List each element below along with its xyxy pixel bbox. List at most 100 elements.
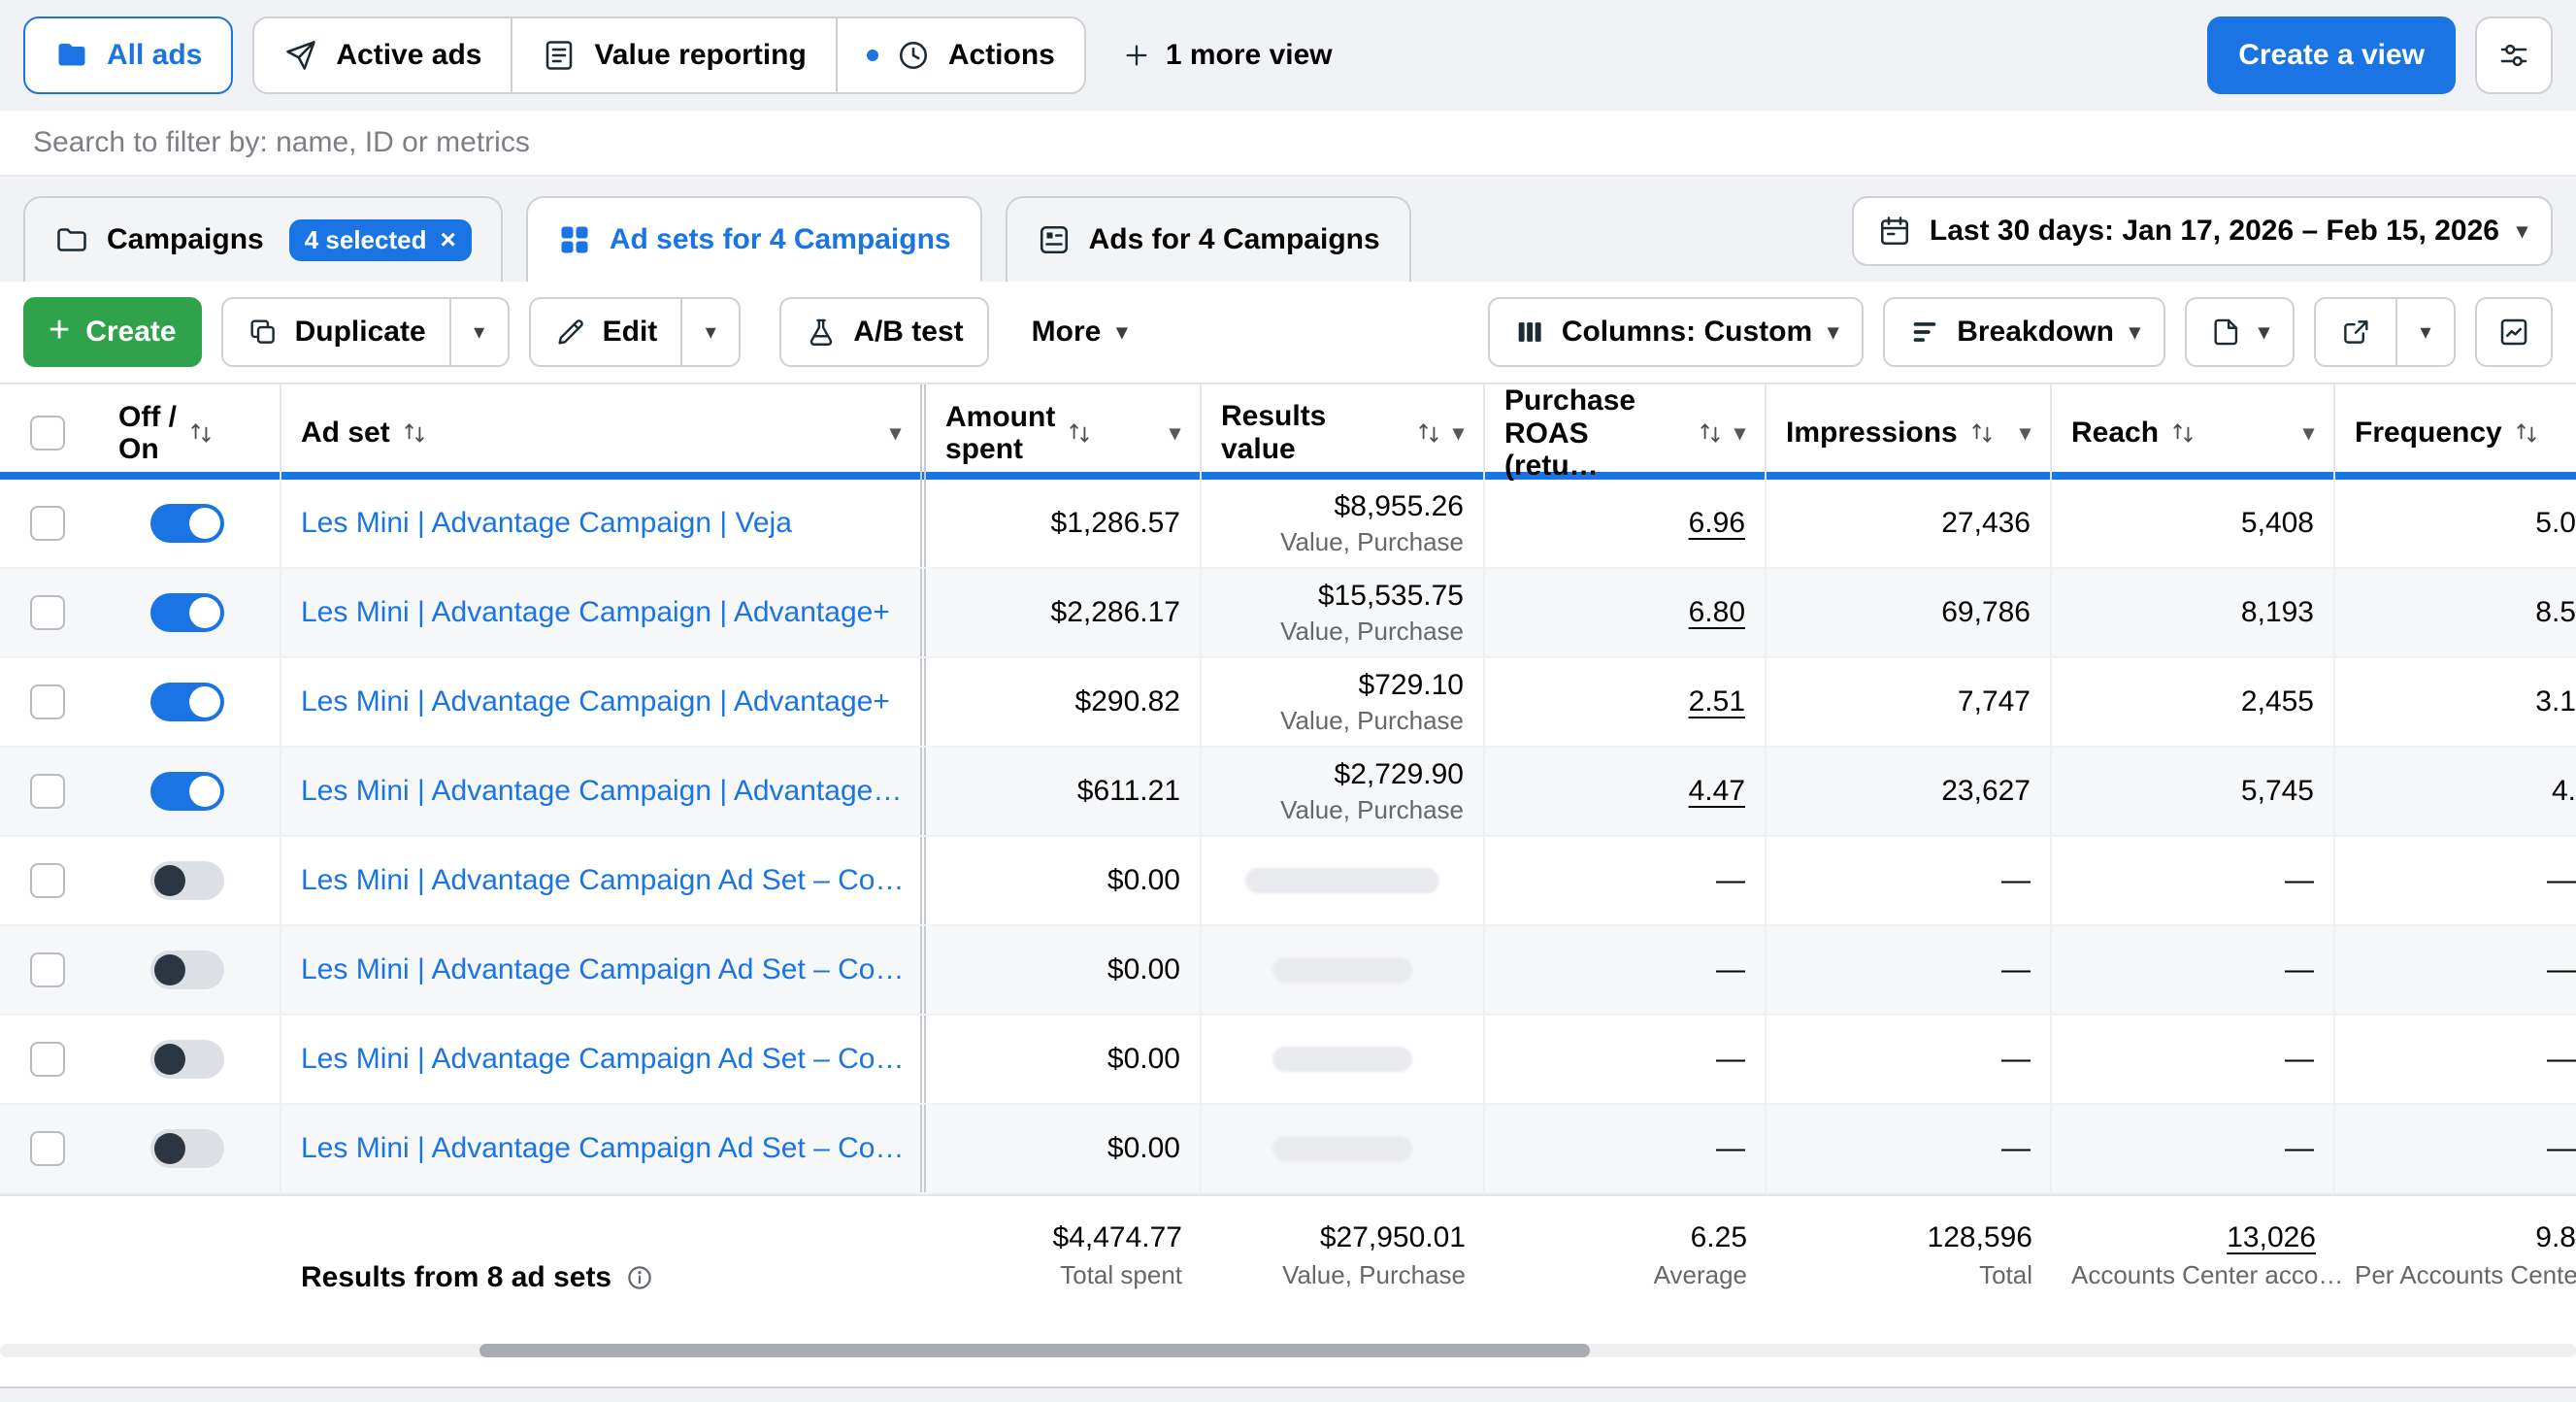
view-charts-button[interactable] [2475, 297, 2553, 367]
header-reach[interactable]: Reach ▾ [2052, 384, 2335, 483]
duplicate-menu-button[interactable]: ▾ [449, 299, 508, 365]
scrollbar-thumb[interactable] [479, 1344, 1590, 1357]
create-button[interactable]: + Create [23, 297, 202, 367]
edit-button[interactable]: Edit [531, 299, 681, 365]
sort-icon[interactable] [1969, 420, 1995, 446]
chevron-down-icon[interactable]: ▾ [1170, 422, 1180, 444]
report-icon [542, 38, 577, 73]
duplicate-button[interactable]: Duplicate [223, 299, 449, 365]
roas-value[interactable]: 6.96 [1689, 507, 1745, 540]
breakdown-button[interactable]: Breakdown ▾ [1883, 297, 2165, 367]
row-toggle[interactable] [150, 772, 224, 811]
view-tab-label: Actions [948, 39, 1055, 72]
chevron-down-icon: ▾ [1828, 321, 1838, 343]
adset-name-link[interactable]: Les Mini | Advantage Campaign Ad Set – C… [301, 1043, 905, 1076]
row-checkbox[interactable] [30, 952, 65, 987]
adset-name-link[interactable]: Les Mini | Advantage Campaign | Advantag… [301, 685, 890, 718]
total-reach[interactable]: 13,026 [2071, 1221, 2316, 1254]
adset-name-link[interactable]: Les Mini | Advantage Campaign | Advantag… [301, 775, 905, 808]
sort-icon[interactable] [1698, 420, 1723, 446]
adset-name-link[interactable]: Les Mini | Advantage Campaign Ad Set – C… [301, 953, 905, 986]
row-checkbox[interactable] [30, 684, 65, 719]
row-toggle[interactable] [150, 683, 224, 721]
total-spent-label: Total spent [945, 1260, 1182, 1290]
export-button[interactable] [2316, 299, 2395, 365]
row-checkbox[interactable] [30, 774, 65, 809]
tab-label: Ad sets for 4 Campaigns [610, 223, 951, 256]
header-results-value[interactable]: Results value ▾ [1202, 384, 1485, 483]
header-purchase-roas[interactable]: PurchaseROAS (retu… ▾ [1485, 384, 1767, 483]
roas-value[interactable]: 4.47 [1689, 775, 1745, 808]
adset-name-link[interactable]: Les Mini | Advantage Campaign Ad Set – C… [301, 1132, 905, 1165]
edit-menu-button[interactable]: ▾ [680, 299, 739, 365]
roas-value: — [1716, 1043, 1745, 1076]
row-toggle[interactable] [150, 951, 224, 989]
roas-value[interactable]: 6.80 [1689, 596, 1745, 629]
adset-name-link[interactable]: Les Mini | Advantage Campaign | Veja [301, 507, 792, 540]
reports-button[interactable]: ▾ [2185, 297, 2295, 367]
more-button[interactable]: More ▾ [1008, 297, 1151, 367]
row-checkbox[interactable] [30, 863, 65, 898]
info-icon[interactable] [625, 1263, 654, 1292]
export-menu-button[interactable]: ▾ [2395, 299, 2454, 365]
impressions-value: 69,786 [1941, 596, 2031, 629]
sort-icon[interactable] [402, 420, 427, 446]
notification-dot [867, 50, 878, 61]
tab-ads[interactable]: Ads for 4 Campaigns [1006, 196, 1411, 282]
row-toggle[interactable] [150, 593, 224, 632]
chevron-down-icon[interactable]: ▾ [890, 422, 901, 444]
dismiss-icon[interactable]: × [440, 226, 455, 253]
header-impressions[interactable]: Impressions ▾ [1767, 384, 2052, 483]
header-frequency[interactable]: Frequency [2335, 384, 2576, 483]
date-range-picker[interactable]: Last 30 days: Jan 17, 2026 – Feb 15, 202… [1852, 196, 2553, 266]
view-settings-button[interactable] [2475, 17, 2553, 94]
sort-icon[interactable] [2514, 420, 2539, 446]
chevron-down-icon[interactable]: ▾ [1453, 422, 1464, 444]
tab-ad-sets[interactable]: Ad sets for 4 Campaigns [526, 196, 982, 282]
sort-icon[interactable] [188, 420, 214, 446]
reach-value: 5,408 [2241, 507, 2314, 540]
badge-label: 4 selected [305, 225, 427, 255]
results-value: $15,535.75 [1318, 580, 1464, 613]
table-row: Les Mini | Advantage Campaign Ad Set – C… [0, 926, 2576, 1016]
adset-name-link[interactable]: Les Mini | Advantage Campaign | Advantag… [301, 596, 890, 629]
row-checkbox[interactable] [30, 506, 65, 541]
more-views-button[interactable]: 1 more view [1106, 39, 1348, 72]
horizontal-scrollbar[interactable] [0, 1344, 2576, 1357]
search-input[interactable] [29, 124, 2547, 161]
row-toggle[interactable] [150, 1129, 224, 1168]
header-ad-set[interactable]: Ad set ▾ [281, 384, 926, 483]
row-checkbox[interactable] [30, 1042, 65, 1077]
sort-icon[interactable] [1416, 420, 1441, 446]
row-toggle[interactable] [150, 861, 224, 900]
chevron-down-icon[interactable]: ▾ [2020, 422, 2031, 444]
header-off-on[interactable]: Off /On [95, 384, 281, 483]
chevron-down-icon[interactable]: ▾ [2303, 422, 2314, 444]
frequency-value: — [2547, 1043, 2576, 1076]
create-view-button[interactable]: Create a view [2207, 17, 2456, 94]
view-tab-all-ads[interactable]: All ads [23, 17, 233, 94]
row-toggle[interactable] [150, 504, 224, 543]
select-all-checkbox[interactable] [30, 416, 65, 451]
ab-test-button[interactable]: A/B test [779, 297, 988, 367]
roas-value[interactable]: 2.51 [1689, 685, 1745, 718]
header-amount-spent[interactable]: Amountspent ▾ [926, 384, 1202, 483]
view-tab-value-reporting[interactable]: Value reporting [512, 18, 837, 92]
row-checkbox[interactable] [30, 1131, 65, 1166]
results-sub-label: Value, Purchase [1280, 617, 1464, 647]
footer-spacer [0, 1196, 95, 1330]
adset-name-link[interactable]: Les Mini | Advantage Campaign Ad Set – C… [301, 864, 905, 897]
frequency-value: — [2547, 953, 2576, 986]
view-tab-active-ads[interactable]: Active ads [254, 18, 512, 92]
view-tab-actions[interactable]: Actions [838, 18, 1084, 92]
row-checkbox[interactable] [30, 595, 65, 630]
toolbar-right: Columns: Custom ▾ Breakdown ▾ ▾ ▾ [1488, 297, 2553, 367]
columns-button[interactable]: Columns: Custom ▾ [1488, 297, 1864, 367]
sort-icon[interactable] [2170, 420, 2196, 446]
roas-value: — [1716, 953, 1745, 986]
tab-campaigns[interactable]: Campaigns 4 selected × [23, 196, 503, 282]
chevron-down-icon[interactable]: ▾ [1734, 422, 1745, 444]
sort-icon[interactable] [1067, 420, 1092, 446]
duplicate-label: Duplicate [295, 316, 426, 349]
row-toggle[interactable] [150, 1040, 224, 1079]
